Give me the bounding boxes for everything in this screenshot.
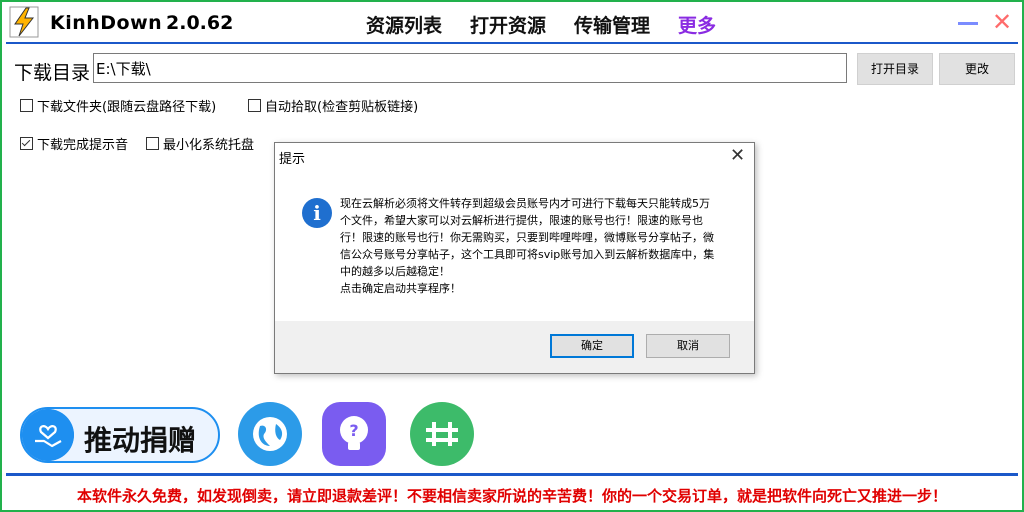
download-dir-input[interactable] xyxy=(93,53,847,83)
follow-folder-checkbox[interactable]: 下载文件夹(跟随云盘路径下载) xyxy=(20,99,216,117)
dialog-cancel-button[interactable]: 取消 xyxy=(646,334,730,358)
dialog-footer: 确定 取消 xyxy=(275,321,754,373)
svg-text:?: ? xyxy=(349,421,358,440)
donate-button[interactable]: 推动捐赠 xyxy=(20,407,220,463)
checkbox-box[interactable] xyxy=(248,99,261,112)
community-icon[interactable] xyxy=(410,402,474,466)
dialog-body: i 现在云解析必须将文件转存到超级会员账号内才可进行下载每天只能转成5万 个文件… xyxy=(275,173,754,319)
dialog-message-line: 中的越多以后越稳定！ xyxy=(340,265,450,278)
title-divider xyxy=(6,42,1018,44)
dialog-message-line: 信公众号账号分享帖子，这个工具即可将svip账号加入到云解析数据库中，集 xyxy=(340,248,715,261)
checkbox-box-checked[interactable] xyxy=(20,137,33,150)
dialog-message-line: 点击确定启动共享程序！ xyxy=(340,282,461,295)
app-window: KinhDown 2.0.62 资源列表 打开资源 传输管理 更多 ✕ 下载目录… xyxy=(0,0,1024,512)
globe-icon[interactable] xyxy=(238,402,302,466)
dialog-message: 现在云解析必须将文件转存到超级会员账号内才可进行下载每天只能转成5万 个文件，希… xyxy=(340,195,725,297)
open-dir-button[interactable]: 打开目录 xyxy=(857,53,933,85)
change-dir-button[interactable]: 更改 xyxy=(939,53,1015,85)
checkbox-box[interactable] xyxy=(146,137,159,150)
dialog-ok-button[interactable]: 确定 xyxy=(550,334,634,358)
download-dir-label: 下载目录 xyxy=(14,62,91,84)
dialog-close-icon[interactable]: ✕ xyxy=(730,145,745,166)
nav-open-resource[interactable]: 打开资源 xyxy=(470,11,546,38)
title-bar: KinhDown 2.0.62 资源列表 打开资源 传输管理 更多 ✕ xyxy=(2,2,1022,42)
prompt-dialog: 提示 ✕ i 现在云解析必须将文件转存到超级会员账号内才可进行下载每天只能转成5… xyxy=(274,142,755,374)
lightning-logo-icon xyxy=(9,6,39,38)
info-icon: i xyxy=(302,198,332,228)
nav-more[interactable]: 更多 xyxy=(678,11,716,38)
minimize-tray-checkbox[interactable]: 最小化系统托盘 xyxy=(146,137,254,155)
nav-resource-list[interactable]: 资源列表 xyxy=(366,11,442,38)
minimize-icon[interactable] xyxy=(958,22,978,25)
app-version: 2.0.62 xyxy=(166,12,234,34)
app-name: KinhDown xyxy=(50,12,163,34)
help-bulb-icon[interactable]: ? xyxy=(322,402,386,466)
checkbox-box[interactable] xyxy=(20,99,33,112)
dialog-message-line: 个文件，希望大家可以对云解析进行提供，限速的账号也行！限速的账号也 xyxy=(340,214,703,227)
nav-transfer-manager[interactable]: 传输管理 xyxy=(574,11,650,38)
auto-pickup-checkbox[interactable]: 自动拾取(检查剪贴板链接) xyxy=(248,99,418,117)
bottom-divider xyxy=(6,473,1018,476)
hand-heart-icon xyxy=(22,409,74,461)
auto-pickup-label: 自动拾取(检查剪贴板链接) xyxy=(265,100,419,115)
notify-sound-checkbox[interactable]: 下载完成提示音 xyxy=(20,137,128,155)
minimize-tray-label: 最小化系统托盘 xyxy=(163,138,255,153)
close-icon[interactable]: ✕ xyxy=(992,10,1012,34)
donate-label: 推动捐赠 xyxy=(84,424,197,457)
notify-sound-label: 下载完成提示音 xyxy=(37,138,129,153)
dialog-message-line: 行！限速的账号也行！你无需购买，只要到哔哩哔哩，微博账号分享帖子，微 xyxy=(340,231,714,244)
follow-folder-label: 下载文件夹(跟随云盘路径下载) xyxy=(37,100,217,115)
dialog-title: 提示 xyxy=(279,152,306,167)
anti-resale-notice: 本软件永久免费，如发现倒卖，请立即退款差评！不要相信卖家所说的辛苦费！你的一个交… xyxy=(76,487,947,505)
dialog-message-line: 现在云解析必须将文件转存到超级会员账号内才可进行下载每天只能转成5万 xyxy=(340,197,710,210)
